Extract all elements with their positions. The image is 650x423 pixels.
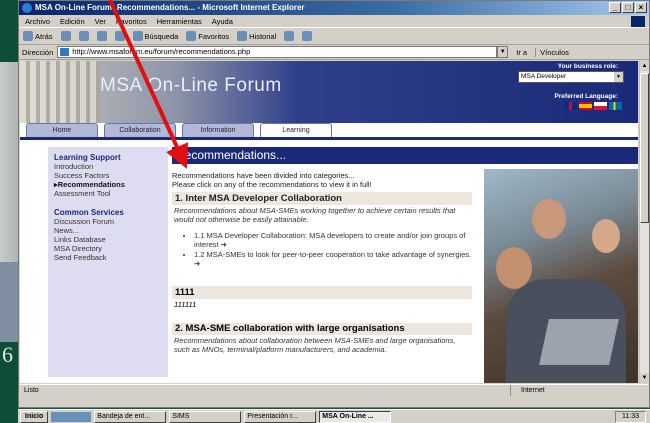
sidebar-item-success-factors[interactable]: Success Factors: [54, 171, 162, 180]
desktop-background: 6: [0, 0, 18, 423]
sidebar-section-common: Common Services: [54, 208, 124, 217]
recommendation-link-1-1[interactable]: 1.1 MSA Developer Collaboration: MSA dev…: [194, 231, 472, 249]
sidebar-item-send-feedback[interactable]: Send Feedback: [54, 253, 162, 262]
main-content: Recommendations... Recommendations have …: [172, 147, 638, 354]
tab-collaboration[interactable]: Collaboration: [104, 123, 176, 137]
sidebar: Learning Support Introduction Success Fa…: [48, 147, 168, 377]
taskbar: Inicio Bandeja de ent... SIMS Presentaci…: [18, 409, 650, 423]
slide-band: [0, 62, 18, 262]
task-item-presentation[interactable]: Presentación r...: [244, 410, 317, 423]
quicklaunch-icon[interactable]: [51, 411, 92, 422]
section-desc-1: Recommendations about MSA-SMEs working t…: [174, 206, 456, 224]
security-zone: Internet: [510, 385, 545, 396]
tab-information[interactable]: Information: [182, 123, 254, 137]
page-title: Recommendations...: [172, 147, 638, 164]
start-button[interactable]: Inicio: [20, 410, 49, 423]
sidebar-item-discussion-forum[interactable]: Discussion Forum: [54, 217, 162, 226]
chevron-down-icon: ▼: [614, 72, 623, 82]
sidebar-item-introduction[interactable]: Introduction: [54, 162, 162, 171]
status-text: Listo: [24, 387, 39, 394]
scroll-up-icon[interactable]: ▲: [640, 61, 649, 71]
sidebar-item-recommendations[interactable]: ▸Recommendations: [54, 180, 162, 189]
clock: 11:33: [615, 410, 646, 423]
flag-pl-icon[interactable]: [594, 102, 607, 110]
building-image: [20, 61, 100, 123]
site-banner: MSA On-Line Forum Your business role: MS…: [20, 61, 638, 123]
role-select[interactable]: MSA Developer ▼: [518, 71, 624, 83]
recommendation-link-1-2[interactable]: 1.2 MSA-SMEs to look for peer-to-peer co…: [194, 250, 472, 268]
role-label: Your business role:: [557, 63, 618, 70]
scroll-thumb[interactable]: [640, 73, 649, 223]
role-select-value: MSA Developer: [521, 73, 567, 80]
recommendation-list: 1.1 MSA Developer Collaboration: MSA dev…: [194, 231, 472, 268]
sidebar-item-links-database[interactable]: Links Database: [54, 235, 162, 244]
flag-es-icon[interactable]: [579, 102, 592, 110]
main-tabs: Home Collaboration Information Learning: [26, 123, 332, 137]
sidebar-section-learning: Learning Support: [54, 153, 121, 162]
slide-page-number: 6: [2, 342, 13, 367]
sidebar-item-assessment-tool[interactable]: Assessment Tool: [54, 189, 162, 198]
people-photo: [484, 169, 638, 383]
scroll-down-icon[interactable]: ▼: [640, 373, 649, 383]
flag-se-icon[interactable]: [609, 102, 622, 110]
slide-band-blue: [0, 262, 18, 342]
flag-uk-icon[interactable]: [564, 102, 577, 110]
sidebar-item-msa-directory[interactable]: MSA Directory: [54, 244, 162, 253]
section-desc-2: Recommendations about collaboration betw…: [174, 336, 456, 354]
task-item-msa-forum[interactable]: MSA On-Line ...: [319, 410, 392, 423]
tab-learning[interactable]: Learning: [260, 123, 332, 137]
task-item-inbox[interactable]: Bandeja de ent...: [94, 410, 167, 423]
tab-divider: [20, 137, 638, 140]
task-item-sims[interactable]: SIMS: [169, 410, 242, 423]
site-title: MSA On-Line Forum: [100, 75, 282, 96]
section-title-1: 1. Inter MSA Developer Collaboration: [172, 192, 472, 205]
page-viewport: MSA On-Line Forum Your business role: MS…: [20, 61, 638, 383]
section-value-test: 111111: [174, 300, 197, 309]
language-label: Preferred Language:: [554, 93, 618, 100]
language-flags: [564, 102, 622, 110]
status-bar: Listo Internet: [20, 384, 648, 396]
section-title-test: 1111: [172, 286, 472, 299]
sidebar-item-news[interactable]: News...: [54, 226, 162, 235]
tab-home[interactable]: Home: [26, 123, 98, 137]
intro-line-2: Please click on any of the recommendatio…: [172, 179, 372, 189]
section-title-2: 2. MSA-SME collaboration with large orga…: [172, 323, 472, 335]
intro-text: Recommendations have been divided into c…: [172, 171, 472, 189]
vertical-scrollbar[interactable]: ▲ ▼: [639, 61, 649, 383]
